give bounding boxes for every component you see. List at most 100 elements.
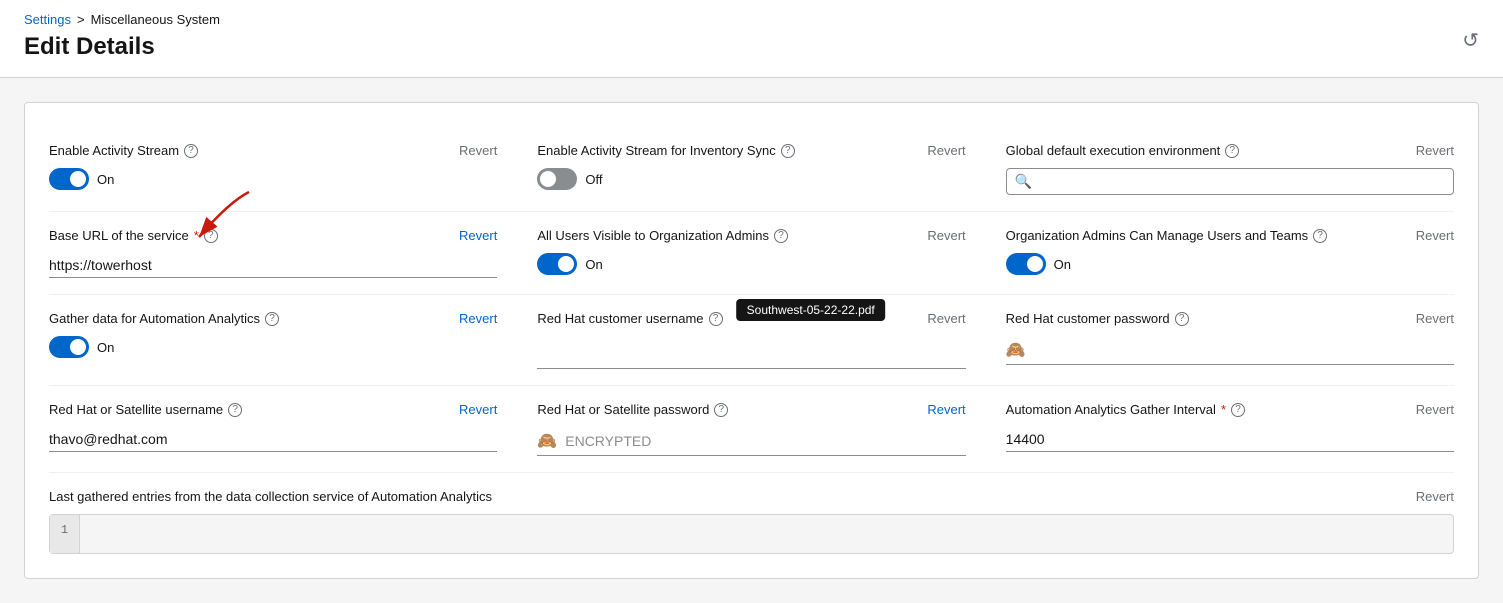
satellite-password-label: Red Hat or Satellite password ?	[537, 402, 728, 417]
satellite-password-header: Red Hat or Satellite password ? Revert	[537, 402, 965, 417]
base-url-help-icon[interactable]: ?	[204, 229, 218, 243]
base-url-input[interactable]	[49, 253, 497, 278]
org-admins-manage-toggle-wrapper: On	[1006, 253, 1454, 275]
analytics-interval-input[interactable]	[1006, 427, 1454, 452]
page-header: Settings > Miscellaneous System Edit Det…	[0, 0, 1503, 78]
all-users-visible-toggle-wrapper: On	[537, 253, 965, 275]
redhat-username-cell: Red Hat customer username ? Revert South…	[517, 295, 985, 386]
toggle-slider-on-2	[537, 253, 577, 275]
enable-activity-stream-inventory-label: Enable Activity Stream for Inventory Syn…	[537, 143, 794, 158]
content-area: Enable Activity Stream ? Revert On	[0, 78, 1503, 603]
org-admins-manage-help-icon[interactable]: ?	[1313, 229, 1327, 243]
satellite-password-revert[interactable]: Revert	[927, 402, 965, 417]
redhat-password-cell: Red Hat customer password ? Revert 🙈	[986, 295, 1454, 386]
redhat-username-help-icon[interactable]: ?	[709, 312, 723, 326]
enable-activity-stream-help-icon[interactable]: ?	[184, 144, 198, 158]
analytics-interval-header: Automation Analytics Gather Interval * ?…	[1006, 402, 1454, 417]
redhat-username-input[interactable]	[537, 344, 965, 369]
org-admins-manage-toggle-label: On	[1054, 257, 1071, 272]
code-line-number: 1	[50, 515, 80, 553]
all-users-visible-cell: All Users Visible to Organization Admins…	[517, 212, 985, 295]
satellite-password-cell: Red Hat or Satellite password ? Revert 🙈…	[517, 386, 985, 473]
tooltip-badge: Southwest-05-22-22.pdf	[737, 299, 885, 321]
global-execution-cell: Global default execution environment ? R…	[986, 127, 1454, 212]
breadcrumb-settings[interactable]: Settings	[24, 12, 71, 27]
form-row-4: Red Hat or Satellite username ? Revert R…	[49, 386, 1454, 473]
satellite-password-help-icon[interactable]: ?	[714, 403, 728, 417]
gather-data-toggle-label: On	[97, 340, 114, 355]
enable-activity-stream-inventory-header: Enable Activity Stream for Inventory Syn…	[537, 143, 965, 158]
all-users-visible-toggle[interactable]	[537, 253, 577, 275]
redhat-password-help-icon[interactable]: ?	[1175, 312, 1189, 326]
breadcrumb: Settings > Miscellaneous System	[24, 12, 1479, 27]
base-url-required: *	[194, 228, 199, 243]
enable-activity-stream-inventory-help-icon[interactable]: ?	[781, 144, 795, 158]
redhat-username-revert[interactable]: Revert	[927, 311, 965, 326]
satellite-username-cell: Red Hat or Satellite username ? Revert	[49, 386, 517, 473]
global-execution-header: Global default execution environment ? R…	[1006, 143, 1454, 158]
enable-activity-stream-inventory-toggle[interactable]	[537, 168, 577, 190]
satellite-password-encrypted-wrapper: 🙈 ENCRYPTED	[537, 427, 965, 456]
last-gathered-revert[interactable]: Revert	[1416, 489, 1454, 504]
search-icon: 🔍	[1015, 173, 1032, 190]
last-gathered-label: Last gathered entries from the data coll…	[49, 489, 492, 504]
satellite-username-input[interactable]	[49, 427, 497, 452]
page-title: Edit Details	[24, 33, 155, 60]
redhat-password-revert[interactable]: Revert	[1416, 311, 1454, 326]
analytics-interval-help-icon[interactable]: ?	[1231, 403, 1245, 417]
all-users-visible-toggle-label: On	[585, 257, 602, 272]
code-content[interactable]	[80, 515, 1453, 553]
analytics-interval-required: *	[1221, 402, 1226, 417]
toggle-slider	[49, 168, 89, 190]
analytics-interval-cell: Automation Analytics Gather Interval * ?…	[986, 386, 1454, 473]
breadcrumb-current: Miscellaneous System	[91, 12, 220, 27]
enable-activity-stream-toggle-wrapper: On	[49, 168, 497, 190]
enable-activity-stream-revert[interactable]: Revert	[459, 143, 497, 158]
satellite-username-header: Red Hat or Satellite username ? Revert	[49, 402, 497, 417]
analytics-interval-label: Automation Analytics Gather Interval * ?	[1006, 402, 1245, 417]
eye-slash-icon[interactable]: 🙈	[1006, 340, 1026, 360]
redhat-password-label: Red Hat customer password ?	[1006, 311, 1189, 326]
enable-activity-stream-inventory-cell: Enable Activity Stream for Inventory Syn…	[517, 127, 985, 212]
toggle-slider-on-4	[49, 336, 89, 358]
global-execution-help-icon[interactable]: ?	[1225, 144, 1239, 158]
enable-activity-stream-toggle[interactable]	[49, 168, 89, 190]
satellite-username-help-icon[interactable]: ?	[228, 403, 242, 417]
history-icon[interactable]: ↺	[1462, 28, 1479, 53]
org-admins-manage-label: Organization Admins Can Manage Users and…	[1006, 228, 1328, 243]
toggle-slider-on-3	[1006, 253, 1046, 275]
org-admins-manage-toggle[interactable]	[1006, 253, 1046, 275]
global-execution-search-input[interactable]	[1038, 174, 1445, 190]
all-users-visible-label: All Users Visible to Organization Admins…	[537, 228, 788, 243]
all-users-visible-help-icon[interactable]: ?	[774, 229, 788, 243]
enable-activity-stream-header: Enable Activity Stream ? Revert	[49, 143, 497, 158]
base-url-label: Base URL of the service * ?	[49, 228, 218, 243]
form-row-1: Enable Activity Stream ? Revert On	[49, 127, 1454, 212]
enable-activity-stream-inventory-toggle-wrapper: Off	[537, 168, 965, 190]
base-url-header: Base URL of the service * ? Revert	[49, 228, 497, 243]
gather-data-label: Gather data for Automation Analytics ?	[49, 311, 279, 326]
gather-data-help-icon[interactable]: ?	[265, 312, 279, 326]
satellite-username-revert[interactable]: Revert	[459, 402, 497, 417]
last-gathered-header: Last gathered entries from the data coll…	[49, 489, 1454, 504]
settings-card: Enable Activity Stream ? Revert On	[24, 102, 1479, 579]
global-execution-search-wrapper[interactable]: 🔍	[1006, 168, 1454, 195]
redhat-username-label: Red Hat customer username ?	[537, 311, 722, 326]
last-gathered-code-area: 1	[49, 514, 1454, 554]
redhat-password-encrypted-wrapper: 🙈	[1006, 336, 1454, 365]
global-execution-revert[interactable]: Revert	[1416, 143, 1454, 158]
org-admins-manage-revert[interactable]: Revert	[1416, 228, 1454, 243]
gather-data-revert[interactable]: Revert	[459, 311, 497, 326]
gather-data-toggle[interactable]	[49, 336, 89, 358]
redhat-password-header: Red Hat customer password ? Revert	[1006, 311, 1454, 326]
satellite-eye-slash-icon[interactable]: 🙈	[537, 431, 557, 451]
analytics-interval-revert[interactable]: Revert	[1416, 402, 1454, 417]
enable-activity-stream-cell: Enable Activity Stream ? Revert On	[49, 127, 517, 212]
global-execution-label: Global default execution environment ?	[1006, 143, 1240, 158]
gather-data-cell: Gather data for Automation Analytics ? R…	[49, 295, 517, 386]
all-users-visible-revert[interactable]: Revert	[927, 228, 965, 243]
base-url-revert[interactable]: Revert	[459, 228, 497, 243]
enable-activity-stream-inventory-toggle-label: Off	[585, 172, 602, 187]
enable-activity-stream-inventory-revert[interactable]: Revert	[927, 143, 965, 158]
breadcrumb-separator: >	[77, 12, 85, 27]
